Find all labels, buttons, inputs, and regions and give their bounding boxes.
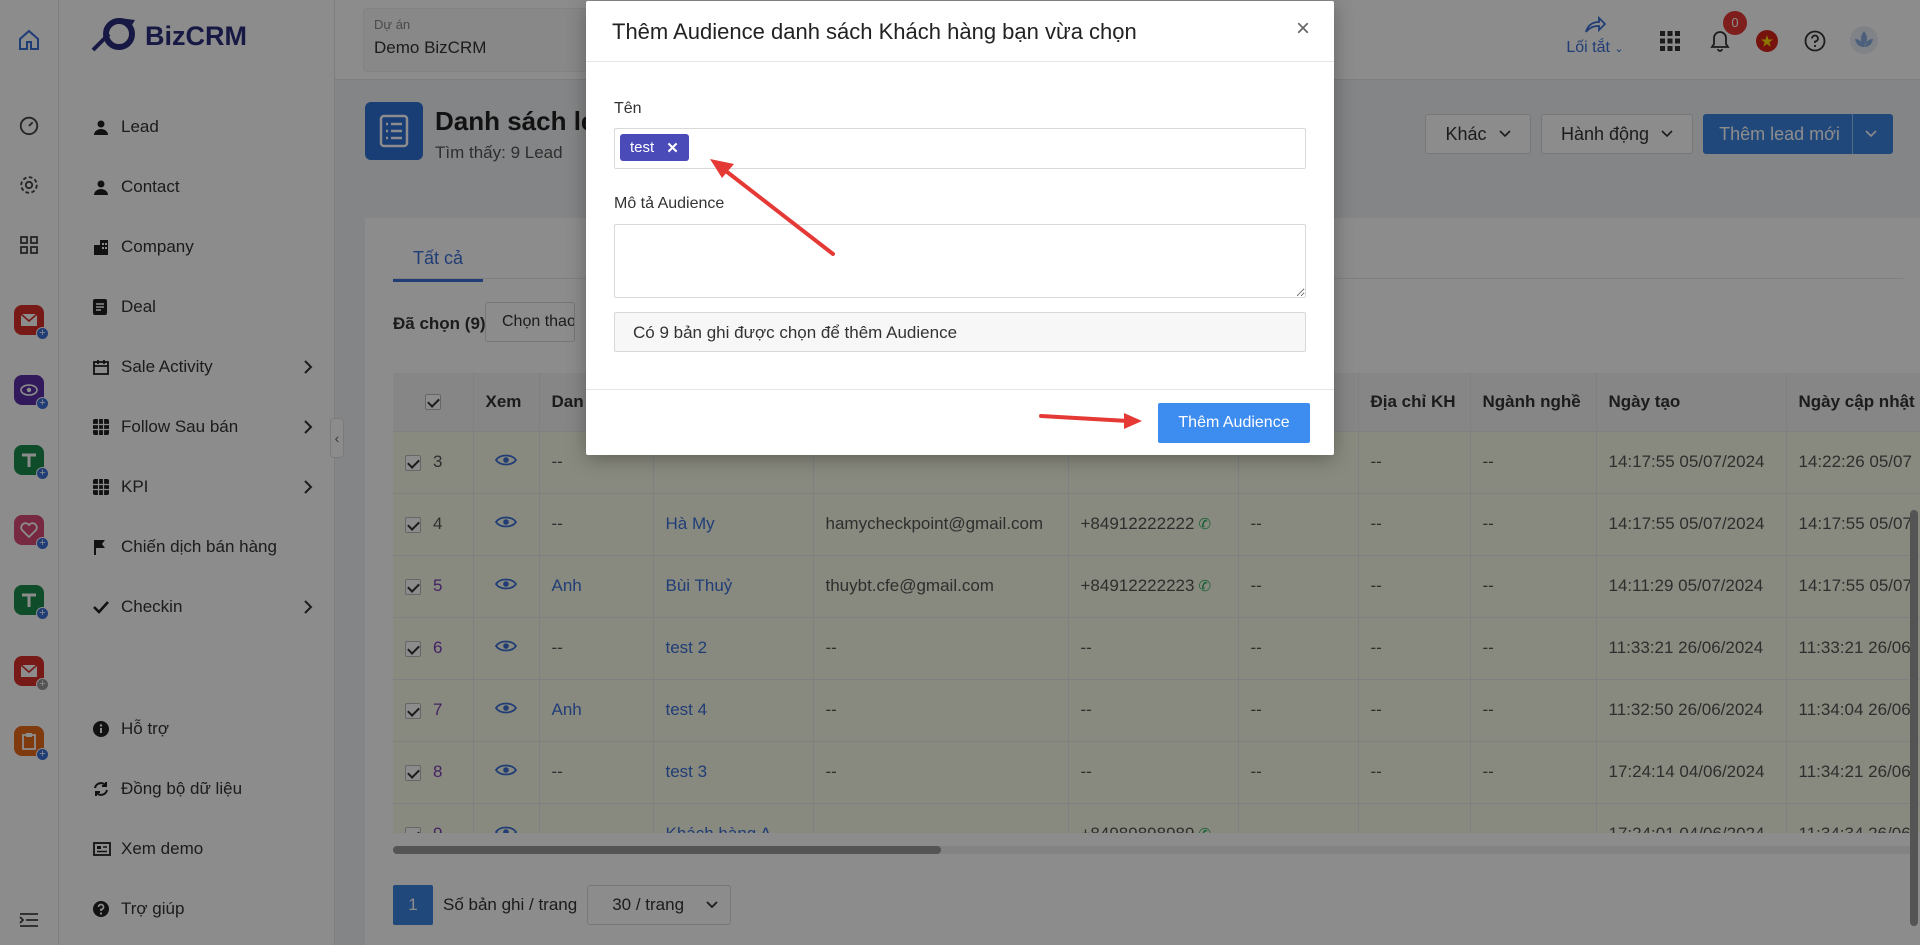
description-label: Mô tả Audience — [614, 195, 725, 212]
audience-name-input[interactable]: test ✕ — [614, 128, 1306, 169]
audience-tag: test ✕ — [620, 134, 689, 161]
close-icon[interactable]: × — [1296, 17, 1310, 41]
add-audience-modal: Thêm Audience danh sách Khách hàng bạn v… — [586, 1, 1334, 455]
modal-header: Thêm Audience danh sách Khách hàng bạn v… — [586, 1, 1334, 62]
selected-records-info: Có 9 bản ghi được chọn để thêm Audience — [614, 312, 1306, 352]
tag-label: test — [630, 139, 655, 156]
audience-description-textarea[interactable] — [614, 224, 1306, 298]
modal-footer: Thêm Audience — [586, 389, 1334, 455]
name-label: Tên — [614, 100, 642, 117]
modal-title: Thêm Audience danh sách Khách hàng bạn v… — [612, 19, 1137, 44]
tag-remove-icon[interactable]: ✕ — [666, 139, 679, 157]
add-audience-button[interactable]: Thêm Audience — [1158, 403, 1310, 443]
